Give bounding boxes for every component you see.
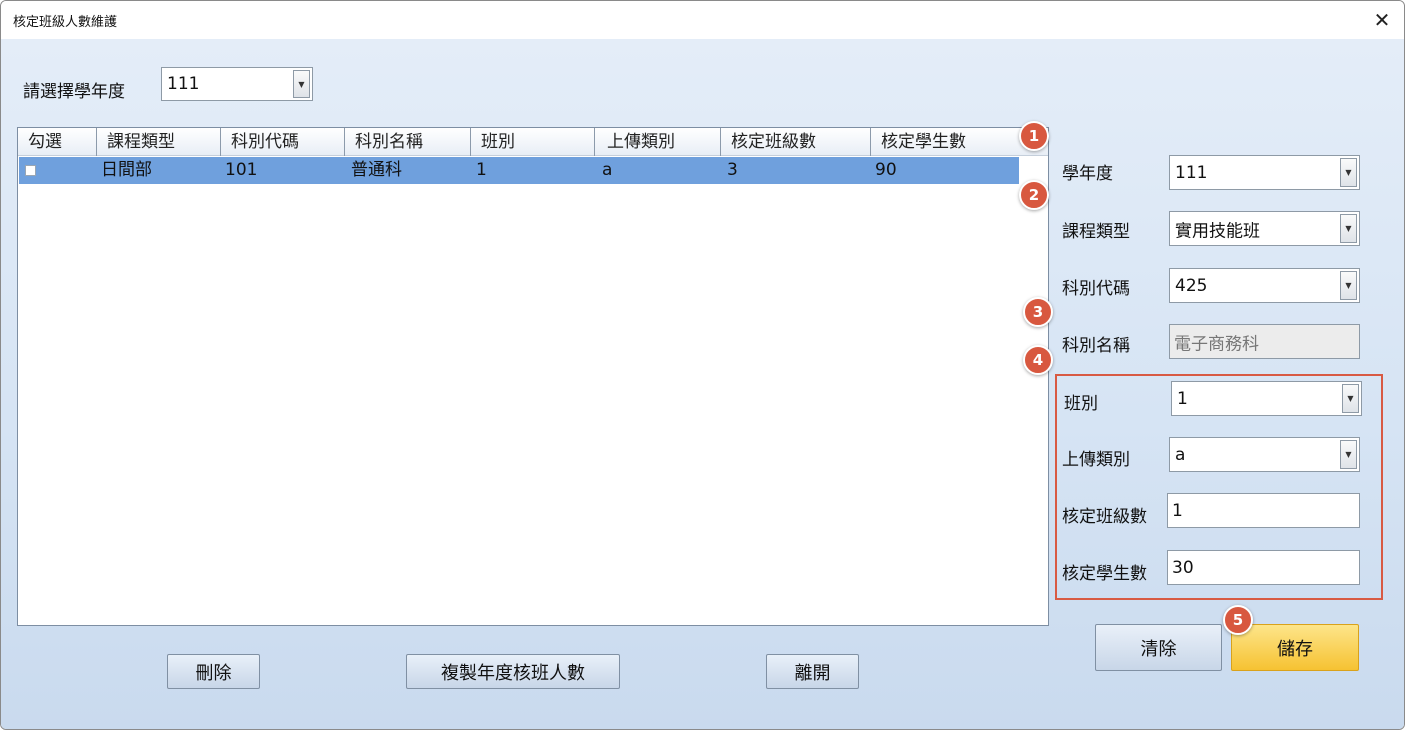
exit-button-label: 離開 bbox=[794, 662, 831, 684]
form-year-label: 學年度 bbox=[1062, 164, 1113, 184]
chevron-down-icon[interactable]: ▼ bbox=[1340, 271, 1357, 300]
exit-button[interactable]: 離開 bbox=[766, 654, 859, 689]
row-checkbox[interactable] bbox=[25, 165, 36, 176]
client-area: 請選擇學年度 111 ▼ 勾選 課程類型 科別代碼 科別名稱 班別 上傳類別 核… bbox=[1, 39, 1404, 729]
form-upload-type-value: a bbox=[1175, 444, 1186, 465]
form-class-label: 班別 bbox=[1064, 394, 1098, 414]
form-student-count-field[interactable]: 30 bbox=[1167, 550, 1360, 585]
grid-header: 勾選 課程類型 科別代碼 科別名稱 班別 上傳類別 核定班級數 核定學生數 bbox=[18, 128, 1048, 156]
clear-button[interactable]: 清除 bbox=[1095, 624, 1222, 671]
step-marker-1: 1 bbox=[1019, 121, 1049, 151]
form-class-count-label: 核定班級數 bbox=[1062, 507, 1147, 527]
cell-dept-name: 普通科 bbox=[351, 160, 402, 180]
clear-button-label: 清除 bbox=[1140, 638, 1177, 660]
cell-class-count: 3 bbox=[727, 160, 738, 180]
form-upload-type-label: 上傳類別 bbox=[1062, 450, 1130, 470]
dialog-window: 核定班級人數維護 ✕ 請選擇學年度 111 ▼ 勾選 課程類型 科別代碼 科別名… bbox=[0, 0, 1405, 730]
form-class-value: 1 bbox=[1177, 388, 1188, 409]
form-dept-name-label: 科別名稱 bbox=[1062, 336, 1130, 356]
col-header-class[interactable]: 班別 bbox=[470, 128, 594, 156]
form-year-combo[interactable]: 111 ▼ bbox=[1169, 155, 1360, 190]
form-upload-type-combo[interactable]: a ▼ bbox=[1169, 437, 1360, 472]
form-dept-name-value: 電子商務科 bbox=[1174, 334, 1259, 354]
year-selector-combo[interactable]: 111 ▼ bbox=[161, 67, 313, 101]
col-header-dept-name[interactable]: 科別名稱 bbox=[344, 128, 470, 156]
step-marker-4: 4 bbox=[1023, 345, 1053, 375]
cell-upload-type: a bbox=[602, 160, 613, 180]
col-header-upload-type[interactable]: 上傳類別 bbox=[594, 128, 720, 156]
form-dept-code-label: 科別代碼 bbox=[1062, 279, 1130, 299]
cell-course-type: 日間部 bbox=[101, 160, 152, 180]
chevron-down-icon[interactable]: ▼ bbox=[1340, 214, 1357, 243]
year-selector-value: 111 bbox=[167, 74, 200, 94]
form-student-count-label: 核定學生數 bbox=[1062, 564, 1147, 584]
copy-year-quota-button-label: 複製年度核班人數 bbox=[441, 662, 585, 684]
cell-dept-code: 101 bbox=[225, 160, 258, 180]
title-bar: 核定班級人數維護 ✕ bbox=[1, 1, 1404, 39]
chevron-down-icon[interactable]: ▼ bbox=[1342, 384, 1359, 413]
form-course-type-combo[interactable]: 實用技能班 ▼ bbox=[1169, 211, 1360, 246]
form-class-count-value: 1 bbox=[1172, 500, 1183, 521]
form-year-value: 111 bbox=[1175, 162, 1208, 183]
form-course-type-value: 實用技能班 bbox=[1175, 221, 1260, 241]
form-dept-name-field: 電子商務科 bbox=[1169, 324, 1360, 359]
step-marker-2: 2 bbox=[1019, 180, 1049, 210]
year-selector-label: 請選擇學年度 bbox=[23, 82, 125, 102]
cell-class: 1 bbox=[476, 160, 487, 180]
form-class-count-field[interactable]: 1 bbox=[1167, 493, 1360, 528]
chevron-down-icon[interactable]: ▼ bbox=[1340, 440, 1357, 469]
cell-student-count: 90 bbox=[875, 160, 897, 180]
table-row[interactable]: 日間部 101 普通科 1 a 3 90 bbox=[19, 157, 1019, 184]
col-header-student-count[interactable]: 核定學生數 bbox=[870, 128, 1020, 156]
step-marker-5: 5 bbox=[1223, 605, 1253, 635]
class-quota-grid[interactable]: 勾選 課程類型 科別代碼 科別名稱 班別 上傳類別 核定班級數 核定學生數 日間… bbox=[17, 127, 1049, 626]
window-title: 核定班級人數維護 bbox=[13, 15, 118, 30]
close-icon[interactable]: ✕ bbox=[1360, 1, 1404, 39]
form-dept-code-combo[interactable]: 425 ▼ bbox=[1169, 268, 1360, 303]
form-class-combo[interactable]: 1 ▼ bbox=[1171, 381, 1362, 416]
chevron-down-icon[interactable]: ▼ bbox=[293, 70, 310, 98]
step-marker-3: 3 bbox=[1023, 297, 1053, 327]
form-student-count-value: 30 bbox=[1172, 557, 1194, 578]
chevron-down-icon[interactable]: ▼ bbox=[1340, 158, 1357, 187]
copy-year-quota-button[interactable]: 複製年度核班人數 bbox=[406, 654, 620, 689]
delete-button[interactable]: 刪除 bbox=[167, 654, 260, 689]
col-header-course-type[interactable]: 課程類型 bbox=[96, 128, 220, 156]
form-dept-code-value: 425 bbox=[1175, 275, 1208, 296]
col-header-class-count[interactable]: 核定班級數 bbox=[720, 128, 870, 156]
save-button[interactable]: 儲存 bbox=[1231, 624, 1359, 671]
col-header-dept-code[interactable]: 科別代碼 bbox=[220, 128, 344, 156]
form-course-type-label: 課程類型 bbox=[1062, 222, 1130, 242]
delete-button-label: 刪除 bbox=[195, 662, 232, 684]
save-button-label: 儲存 bbox=[1277, 638, 1313, 660]
col-header-check[interactable]: 勾選 bbox=[18, 128, 96, 156]
